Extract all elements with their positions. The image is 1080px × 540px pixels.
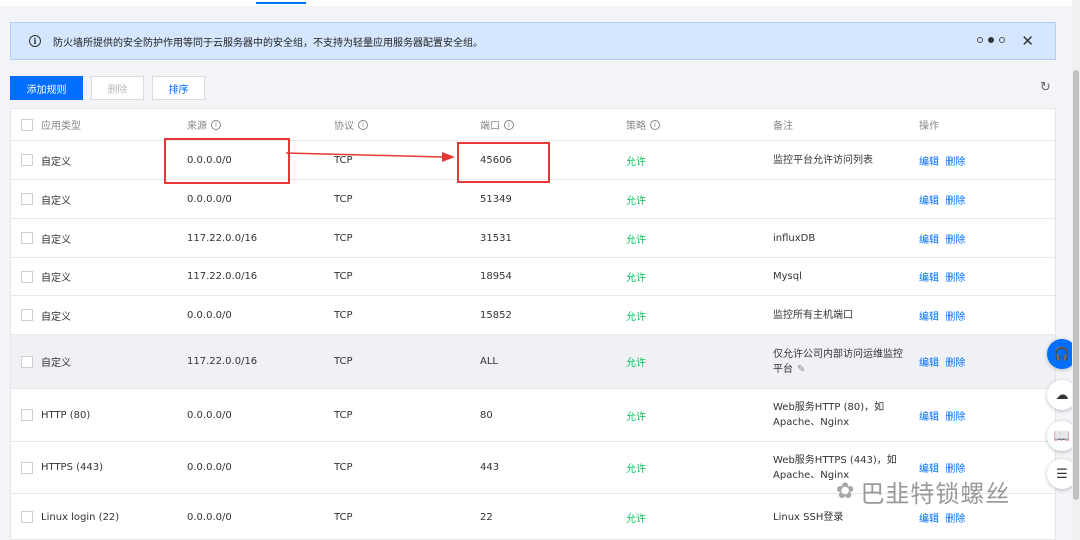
- carousel-dot[interactable]: [999, 37, 1005, 43]
- info-icon: i: [29, 35, 41, 47]
- carousel-dots: [977, 37, 1005, 43]
- delete-button[interactable]: 删除: [91, 76, 144, 100]
- page-scrollbar[interactable]: [1072, 0, 1080, 540]
- toolbar: 添加规则 删除 排序: [10, 76, 205, 100]
- add-rule-button[interactable]: 添加规则: [10, 76, 83, 100]
- notice-text: 防火墙所提供的安全防护作用等同于云服务器中的安全组，不支持为轻量应用服务器配置安…: [53, 37, 483, 49]
- active-tab-indicator: [256, 2, 306, 4]
- watermark: ✿ 巴韭特锁螺丝: [836, 474, 1010, 509]
- wechat-logo-icon: ✿: [836, 479, 855, 504]
- top-tab-strip: [0, 0, 1072, 6]
- carousel-dot[interactable]: [977, 37, 983, 43]
- refresh-icon[interactable]: ↻: [1040, 81, 1052, 94]
- close-icon[interactable]: ✕: [1021, 32, 1034, 50]
- info-notice-banner: i 防火墙所提供的安全防护作用等同于云服务器中的安全组，不支持为轻量应用服务器配…: [10, 22, 1056, 60]
- sort-button[interactable]: 排序: [152, 76, 205, 100]
- carousel-dot-active[interactable]: [988, 37, 994, 43]
- watermark-text: 巴韭特锁螺丝: [860, 480, 1011, 508]
